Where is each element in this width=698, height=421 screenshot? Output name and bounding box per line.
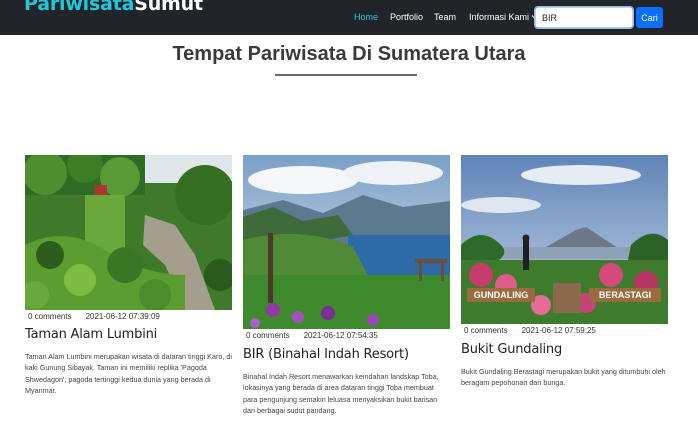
card-meta: 0 comments 2021-06-12 07:54:35: [246, 331, 378, 340]
brand-part1: Pariwisata: [24, 0, 135, 15]
nav-informasi-label: Informasi Kami: [469, 12, 530, 22]
post-date: 2021-06-12 07:59:25: [521, 326, 596, 335]
binahal-indah-resort-photo: [243, 155, 450, 329]
comments-count[interactable]: 0 comments: [464, 326, 508, 335]
card-image-lumbini[interactable]: [25, 155, 232, 310]
post-date: 2021-06-12 07:54:35: [303, 331, 378, 340]
nav-portfolio[interactable]: Portfolio: [390, 12, 423, 23]
gundaling-sign-text: GUNDALING: [474, 290, 529, 300]
card-image-bir[interactable]: [243, 155, 450, 329]
lumbini-garden-photo: [25, 155, 232, 310]
comments-count[interactable]: 0 comments: [246, 331, 290, 340]
nav-team[interactable]: Team: [434, 12, 456, 23]
card-description: Bukit Gundaling Berastagi merupakan buki…: [461, 367, 666, 388]
brand-logo[interactable]: PariwisataSumut: [24, 0, 203, 15]
bukit-gundaling-photo: GUNDALING BERASTAGI: [461, 155, 668, 324]
post-date: 2021-06-12 07:39:09: [85, 312, 160, 321]
comments-count[interactable]: 0 comments: [28, 312, 72, 321]
nav-home[interactable]: Home: [354, 12, 378, 23]
card-description: Taman Alam Lumbini merupakan wisata di d…: [25, 352, 232, 395]
navbar: PariwisataSumut Home Portfolio Team Info…: [0, 0, 698, 35]
card-meta: 0 comments 2021-06-12 07:39:09: [28, 312, 160, 321]
search-button[interactable]: Cari: [636, 7, 663, 28]
card-title[interactable]: BIR (Binahal Indah Resort): [243, 347, 409, 362]
title-divider: [275, 74, 417, 76]
card-title[interactable]: Taman Alam Lumbini: [25, 327, 157, 342]
card-description: Binahal Indah Resort menawarkan keindaha…: [243, 372, 439, 415]
search-input[interactable]: [534, 6, 634, 29]
brand-part2: Sumut: [134, 0, 203, 15]
card-image-gundaling[interactable]: GUNDALING BERASTAGI: [461, 155, 668, 324]
nav-informasi-kami-dropdown[interactable]: Informasi Kami: [469, 12, 539, 23]
berastagi-sign-text: BERASTAGI: [599, 290, 651, 300]
card-meta: 0 comments 2021-06-12 07:59:25: [464, 326, 596, 335]
page-title: Tempat Pariwisata Di Sumatera Utara: [172, 43, 526, 65]
card-title[interactable]: Bukit Gundaling: [461, 342, 562, 357]
